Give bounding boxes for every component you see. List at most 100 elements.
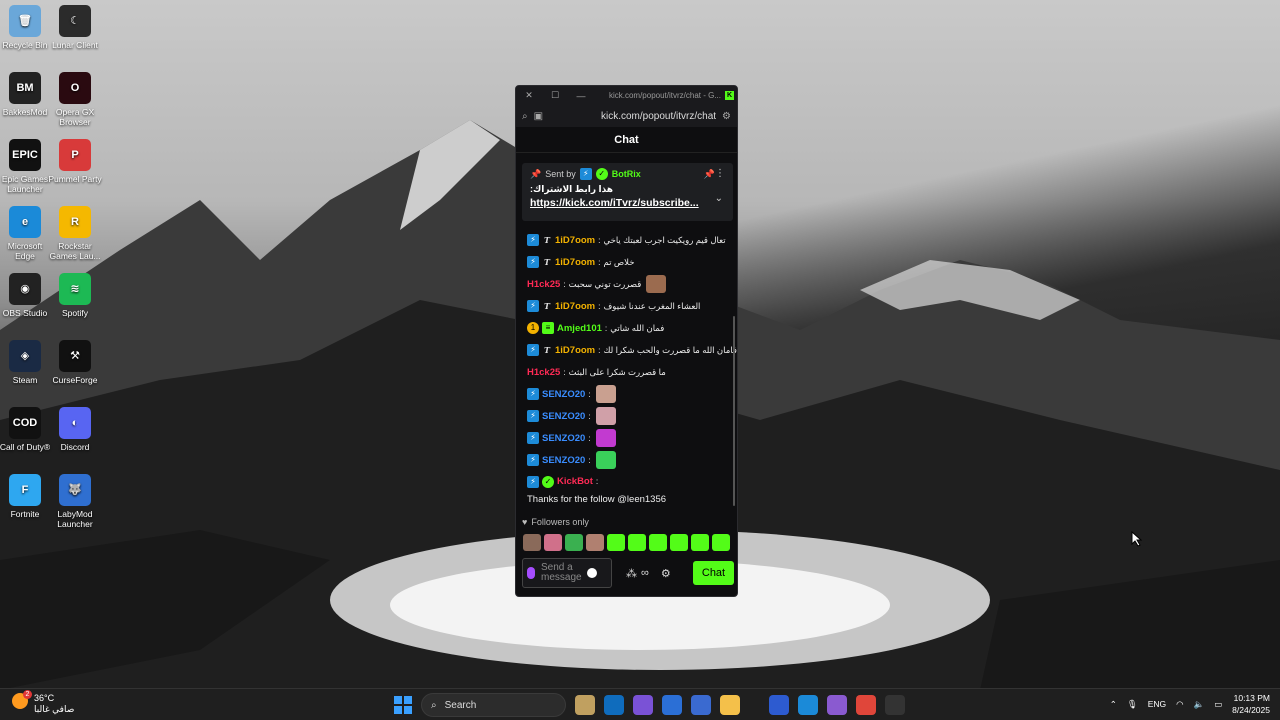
quick-emote[interactable] — [649, 534, 667, 551]
quick-emote[interactable] — [565, 534, 583, 551]
volume-icon[interactable]: 🔈 — [1194, 699, 1205, 710]
microphone-tray-icon[interactable]: 🎙 — [1127, 699, 1138, 710]
desktop-icon[interactable]: e Microsoft Edge — [0, 206, 52, 261]
deer-app-icon[interactable] — [575, 695, 595, 715]
chat-username[interactable]: Amjed101 — [557, 323, 602, 334]
emote-image[interactable] — [595, 385, 616, 403]
edge-icon[interactable] — [798, 695, 818, 715]
kick-taskbar-icon[interactable] — [885, 695, 905, 715]
chat-username[interactable]: SENZO20 — [542, 455, 585, 466]
chat-username[interactable]: KickBot — [557, 474, 593, 489]
pinned-message[interactable]: 📌 Sent by ⚡ ✓ BotRix هذا رابط الاشتراك: … — [522, 163, 733, 221]
emote-image[interactable] — [595, 407, 616, 425]
site-settings-icon[interactable]: ▣ — [534, 111, 543, 122]
window-titlebar: ✕ ☐ — kick.com/popout/itvrz/chat - G... … — [516, 86, 737, 105]
quick-emote[interactable] — [523, 534, 541, 551]
chat-message[interactable]: ⚡ T 1iD7oom: العشاء المغرب عندنا شيوف — [516, 295, 737, 317]
quick-emote[interactable] — [691, 534, 709, 551]
copilot-icon[interactable] — [633, 695, 653, 715]
desktop-icon[interactable]: COD Call of Duty® — [0, 407, 52, 452]
chat-username[interactable]: 1iD7oom — [555, 345, 595, 356]
desktop-icon[interactable]: BM BakkesMod — [0, 72, 52, 117]
quick-emote[interactable] — [670, 534, 688, 551]
taskbar-search[interactable]: ⌕ Search — [421, 693, 566, 717]
weather-widget[interactable]: 2 36°C صافي غالبا — [12, 690, 74, 715]
chat-username[interactable]: SENZO20 — [542, 433, 585, 444]
pinned-link[interactable]: https://kick.com/iTvrz/subscribe... — [530, 197, 725, 209]
chat-message-kickbot[interactable]: ⚡ ✓ KickBot: Thanks for the follow @leen135… — [516, 471, 737, 507]
desktop-icon[interactable]: 🗑 Recycle Bin — [0, 5, 52, 50]
icon-glyph: P — [71, 149, 79, 161]
shield-app-icon[interactable] — [691, 695, 711, 715]
chevron-down-icon[interactable]: ⌄ — [715, 193, 723, 204]
chat-username[interactable]: H1ck25 — [527, 279, 560, 290]
zoom-icon[interactable]: ⌕ — [522, 111, 528, 122]
chat-message[interactable]: ⚡ T 1iD7oom: فامان الله ما قصررت والحب شكرا… — [516, 339, 737, 361]
quick-emote[interactable] — [586, 534, 604, 551]
battery-icon[interactable]: ▭ — [1214, 699, 1222, 710]
desktop-icon[interactable]: ◐ Discord — [48, 407, 102, 452]
extensions-icon[interactable]: ⚙ — [722, 111, 731, 122]
chat-username[interactable]: 1iD7oom — [555, 257, 595, 268]
discord-taskbar-icon[interactable] — [827, 695, 847, 715]
emoji-icon[interactable] — [587, 568, 597, 578]
close-icon[interactable]: ✕ — [516, 90, 542, 101]
quick-emote[interactable] — [607, 534, 625, 551]
more-options-icon[interactable]: ⋮ — [715, 168, 725, 179]
microphone-icon[interactable] — [527, 567, 535, 579]
steam-icon: ◈ — [9, 340, 41, 372]
desktop-icon[interactable]: ≋ Spotify — [48, 273, 102, 318]
chat-scrollbar[interactable] — [733, 316, 735, 506]
desktop-icon[interactable]: ⚒ CurseForge — [48, 340, 102, 385]
quick-emote[interactable] — [628, 534, 646, 551]
emote-image[interactable] — [595, 451, 616, 469]
chat-input[interactable]: Send a message — [522, 558, 612, 588]
quick-emote[interactable] — [544, 534, 562, 551]
chat-message[interactable]: ⚡ SENZO20: — [516, 427, 737, 449]
chrome-icon[interactable] — [856, 695, 876, 715]
desktop-icon[interactable]: P Pummel Party — [48, 139, 102, 184]
settings-gear-icon[interactable]: ⚙ — [661, 567, 671, 580]
desktop-icon[interactable]: ◉ OBS Studio — [0, 273, 52, 318]
url-text[interactable]: kick.com/popout/itvrz/chat — [549, 111, 716, 122]
chat-username[interactable]: SENZO20 — [542, 411, 585, 422]
start-button[interactable] — [394, 696, 412, 714]
chat-message[interactable]: ⚡ T 1iD7oom: خلاص تم — [516, 251, 737, 273]
desktop-icon[interactable]: O Opera GX Browser — [48, 72, 102, 127]
maximize-icon[interactable]: ☐ — [542, 90, 568, 101]
chat-message[interactable]: ⚡ SENZO20: — [516, 405, 737, 427]
chat-message[interactable]: ⚡ T 1iD7oom: تعال قيم رويكيت اجرب لعبتك ياخ… — [516, 229, 737, 251]
store-icon[interactable] — [662, 695, 682, 715]
kick-points-icon[interactable]: ⁂ — [626, 567, 637, 580]
wifi-icon[interactable]: ◠ — [1176, 699, 1183, 710]
desktop-icon[interactable]: R Rockstar Games Lau... — [48, 206, 102, 261]
language-indicator[interactable]: ENG — [1148, 699, 1166, 709]
file-explorer-icon[interactable] — [720, 695, 740, 715]
emote-image[interactable] — [646, 275, 667, 293]
desktop-icon[interactable]: 🐺 LabyMod Launcher — [48, 474, 102, 529]
desktop-icon[interactable]: F Fortnite — [0, 474, 52, 519]
pinned-sender[interactable]: BotRix — [612, 169, 641, 179]
unpin-icon[interactable]: 📌 — [704, 169, 715, 180]
chat-message[interactable]: ⚡ SENZO20: — [516, 449, 737, 471]
malwarebytes-icon[interactable] — [769, 695, 789, 715]
chat-message[interactable]: 1 ≡ Amjed101: فمان الله شاتي — [516, 317, 737, 339]
quick-emote[interactable] — [712, 534, 730, 551]
chat-message[interactable]: ⚡ SENZO20: — [516, 383, 737, 405]
chat-username[interactable]: SENZO20 — [542, 389, 585, 400]
chat-send-button[interactable]: Chat — [693, 561, 734, 585]
chat-message[interactable]: H1ck25: ما قصررت شكرا على البثث — [516, 361, 737, 383]
infinity-icon[interactable]: ∞ — [641, 567, 649, 579]
desktop-icon[interactable]: ◈ Steam — [0, 340, 52, 385]
desktop-icon[interactable]: EPIC Epic Games Launcher — [0, 139, 52, 194]
emote-image[interactable] — [595, 429, 616, 447]
minimize-icon[interactable]: — — [568, 91, 594, 101]
outlook-icon[interactable] — [604, 695, 624, 715]
chat-username[interactable]: 1iD7oom — [555, 235, 595, 246]
chat-message[interactable]: H1ck25: قصررت توني سحبت — [516, 273, 737, 295]
desktop-icon[interactable]: ☾ Lunar Client — [48, 5, 102, 50]
chat-username[interactable]: H1ck25 — [527, 367, 560, 378]
clock[interactable]: 10:13 PM 8/24/2025 — [1232, 692, 1270, 716]
chevron-up-icon[interactable]: ⌃ — [1110, 699, 1117, 710]
chat-username[interactable]: 1iD7oom — [555, 301, 595, 312]
